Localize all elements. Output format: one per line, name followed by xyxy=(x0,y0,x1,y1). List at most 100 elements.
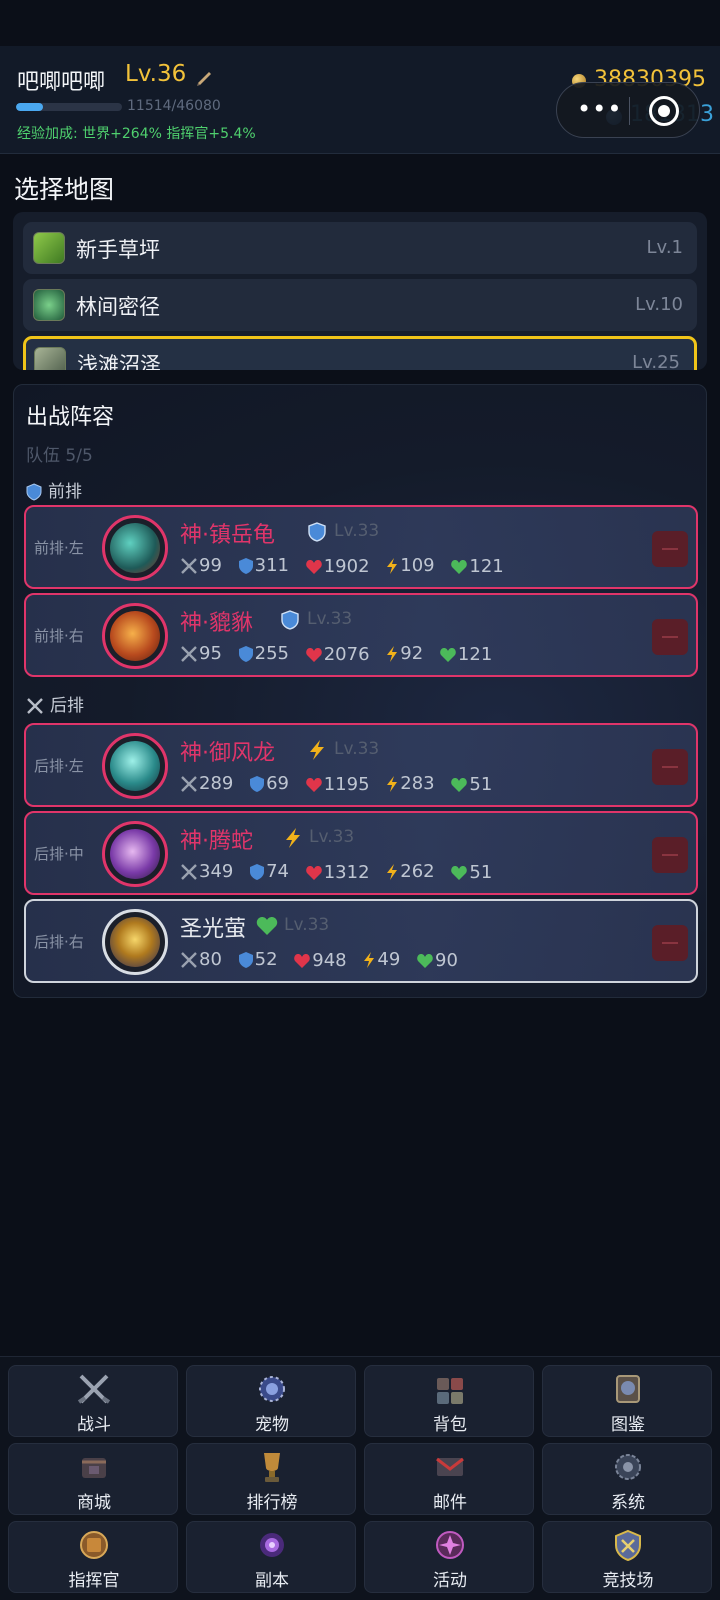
book-icon xyxy=(616,1375,640,1403)
commander-icon xyxy=(80,1531,108,1559)
bolt-icon xyxy=(387,557,398,574)
heart-icon xyxy=(305,865,322,880)
slot-label: 前排·右 xyxy=(34,627,84,645)
nav-arena-button[interactable]: 竞技场 xyxy=(542,1521,712,1593)
map-list[interactable]: 新手草坪 Lv.1 林间密径 Lv.10 浅滩沼泽 Lv.25 xyxy=(13,212,707,370)
heart-icon xyxy=(305,559,322,574)
nav-label: 战斗 xyxy=(77,1415,111,1435)
nav-label: 活动 xyxy=(433,1571,467,1591)
nav-leaderboard-button[interactable]: 排行榜 xyxy=(186,1443,356,1515)
hp-stat: 1902 xyxy=(305,556,370,577)
pet-avatar xyxy=(102,733,168,799)
exp-progress-bar xyxy=(16,103,122,111)
nav-backpack-button[interactable]: 背包 xyxy=(364,1365,534,1437)
nav-pets-button[interactable]: 宠物 xyxy=(186,1365,356,1437)
slot-label: 后排·左 xyxy=(34,757,84,775)
player-level: Lv.36 xyxy=(125,61,187,87)
exp-progress-fill xyxy=(16,103,43,111)
map-item-swamp[interactable]: 浅滩沼泽 Lv.25 xyxy=(23,336,697,370)
bolt-icon xyxy=(364,951,375,968)
pet-name: 圣光萤 xyxy=(180,917,247,942)
front-row-label: 前排 xyxy=(26,477,82,502)
nav-dungeon-button[interactable]: 副本 xyxy=(186,1521,356,1593)
mail-icon xyxy=(436,1457,464,1476)
heart-icon xyxy=(305,777,322,792)
remove-pet-button[interactable] xyxy=(652,749,688,785)
nav-label: 副本 xyxy=(255,1571,289,1591)
pet-card-front-right[interactable]: 前排·右 神·貔貅 Lv.33 95 255 2076 92 121 xyxy=(24,593,698,677)
remove-pet-button[interactable] xyxy=(652,837,688,873)
pet-avatar xyxy=(102,821,168,887)
nav-label: 指挥官 xyxy=(68,1571,120,1591)
pet-orb-icon xyxy=(259,1376,285,1402)
pet-card-back-middle[interactable]: 后排·中 神·腾蛇 Lv.33 349 74 1312 262 51 xyxy=(24,811,698,895)
nav-system-button[interactable]: 系统 xyxy=(542,1443,712,1515)
attack-stat: 95 xyxy=(180,643,222,664)
map-name: 新手草坪 xyxy=(76,238,160,262)
swords-icon xyxy=(27,698,43,714)
pet-level: Lv.33 xyxy=(334,521,380,541)
bolt-icon xyxy=(387,775,398,792)
pet-stats: 349 74 1312 262 51 xyxy=(180,861,502,886)
slot-label: 后排·右 xyxy=(34,933,84,951)
pet-avatar xyxy=(102,603,168,669)
green-heart-icon xyxy=(440,647,456,662)
edit-pencil-icon[interactable] xyxy=(194,66,216,88)
map-level: Lv.25 xyxy=(632,352,680,370)
gear-icon xyxy=(615,1454,641,1480)
heal-stat: 121 xyxy=(450,556,504,577)
nav-label: 背包 xyxy=(433,1415,467,1435)
nav-shop-button[interactable]: 商城 xyxy=(8,1443,178,1515)
pet-card-front-left[interactable]: 前排·左 神·镇岳龟 Lv.33 99 311 1902 109 121 xyxy=(24,505,698,589)
nav-label: 邮件 xyxy=(433,1493,467,1513)
pet-stats: 80 52 948 49 90 xyxy=(180,949,468,974)
heart-icon xyxy=(305,647,322,662)
exp-text: 11514/46080 xyxy=(127,98,221,114)
swords-icon xyxy=(181,863,197,880)
trophy-icon xyxy=(264,1453,280,1482)
map-item-forest-path[interactable]: 林间密径 Lv.10 xyxy=(23,279,697,331)
arena-icon xyxy=(615,1529,641,1562)
bolt-icon xyxy=(387,645,398,662)
remove-pet-button[interactable] xyxy=(652,619,688,655)
back-row-text: 后排 xyxy=(50,696,84,716)
pet-level: Lv.33 xyxy=(307,609,353,629)
swords-icon xyxy=(77,1374,111,1404)
defense-stat: 311 xyxy=(238,555,289,576)
remove-pet-button[interactable] xyxy=(652,925,688,961)
exp-bonus-text: 经验加成: 世界+264% 指挥官+5.4% xyxy=(17,126,256,142)
pet-level: Lv.33 xyxy=(284,915,330,935)
more-menu-icon[interactable]: ••• xyxy=(577,95,622,123)
nav-label: 系统 xyxy=(611,1493,645,1513)
shield-icon xyxy=(238,951,253,968)
green-heart-icon xyxy=(256,917,278,935)
swords-icon xyxy=(181,775,197,792)
nav-battle-button[interactable]: 战斗 xyxy=(8,1365,178,1437)
heart-icon xyxy=(294,953,311,968)
defense-stat: 74 xyxy=(249,861,289,882)
bottom-nav: 战斗 宠物 背包 图鉴 商城 排行榜 邮件 系统 指挥官 副本 活动 竞技场 xyxy=(0,1356,720,1600)
nav-collection-button[interactable]: 图鉴 xyxy=(542,1365,712,1437)
swords-icon xyxy=(181,645,197,662)
bolt-icon xyxy=(387,863,398,880)
remove-pet-button[interactable] xyxy=(652,531,688,567)
nav-label: 竞技场 xyxy=(602,1571,654,1591)
nav-events-button[interactable]: 活动 xyxy=(364,1521,534,1593)
event-icon xyxy=(436,1531,464,1559)
close-miniprogram-icon[interactable] xyxy=(649,96,679,126)
nav-commander-button[interactable]: 指挥官 xyxy=(8,1521,178,1593)
shield-icon xyxy=(250,775,265,792)
map-item-grassland[interactable]: 新手草坪 Lv.1 xyxy=(23,222,697,274)
map-level: Lv.10 xyxy=(635,294,683,315)
defense-stat: 255 xyxy=(238,643,289,664)
bolt-icon xyxy=(286,828,300,848)
player-name: 吧唧吧唧 xyxy=(17,70,106,95)
green-heart-icon xyxy=(451,777,468,792)
bolt-icon xyxy=(310,740,324,760)
front-row-text: 前排 xyxy=(48,482,82,502)
nav-mail-button[interactable]: 邮件 xyxy=(364,1443,534,1515)
pet-card-back-right[interactable]: 后排·右 圣光萤 Lv.33 80 52 948 49 90 xyxy=(24,899,698,983)
hp-stat: 2076 xyxy=(305,644,370,665)
pet-card-back-left[interactable]: 后排·左 神·御风龙 Lv.33 289 69 1195 283 51 xyxy=(24,723,698,807)
defense-stat: 69 xyxy=(249,773,289,794)
